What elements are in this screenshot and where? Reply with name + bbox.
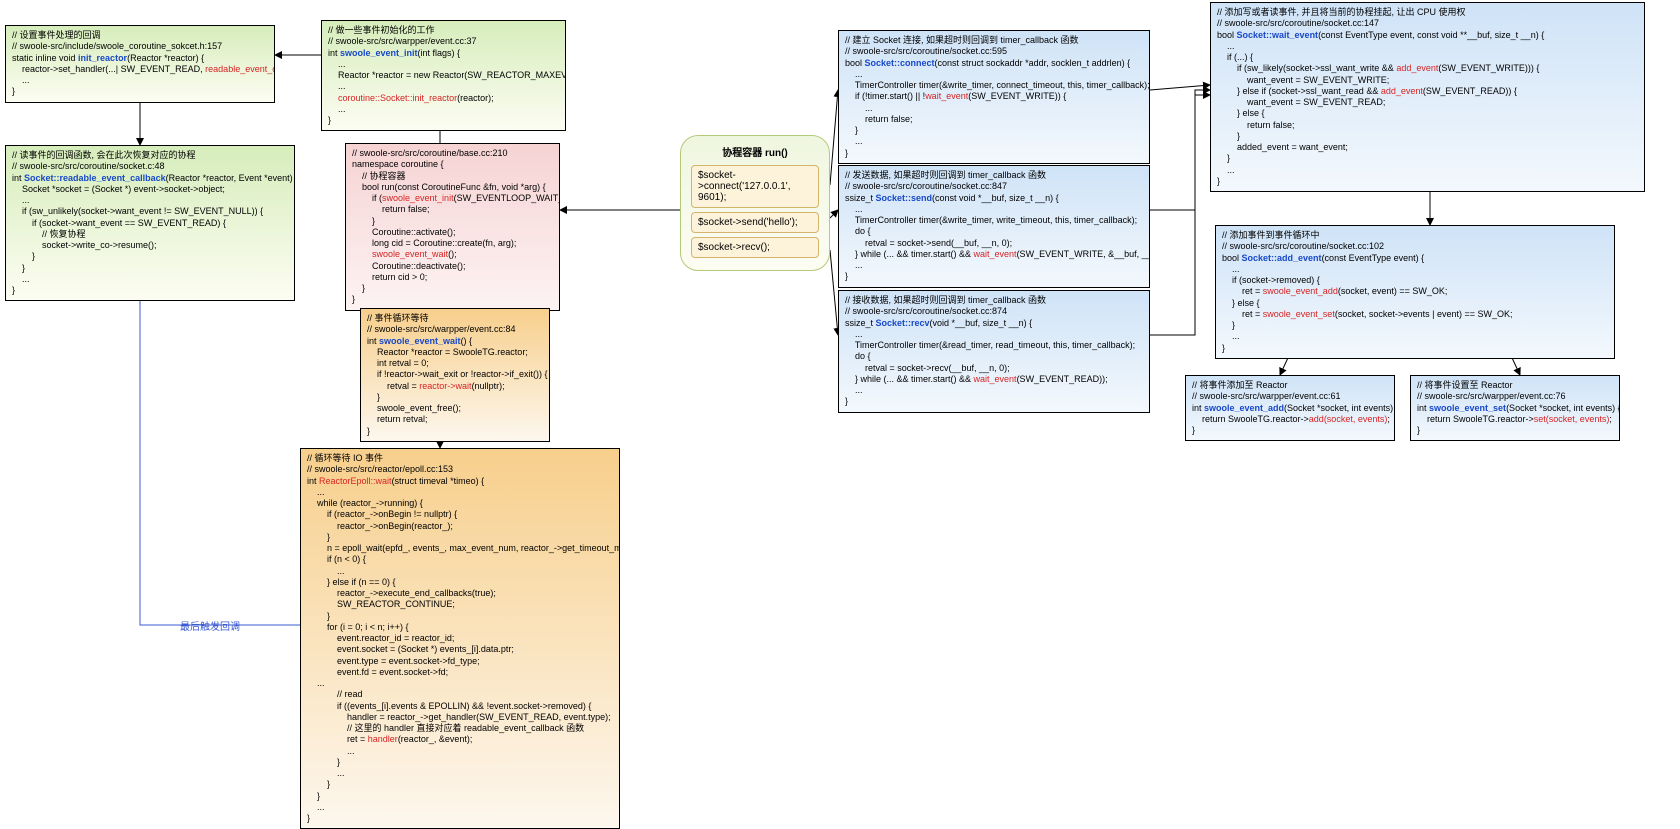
run-container: 协程容器 run() $socket->connect('127.0.0.1',… (680, 135, 830, 271)
node-socket-recv: // 接收数据, 如果超时则回调到 timer_callback 函数 // s… (838, 290, 1150, 413)
node-readable-callback: // 读事件的回调函数, 会在此次恢复对应的协程 // swoole-src/s… (5, 145, 295, 301)
run-item-connect: $socket->connect('127.0.0.1', 9601); (691, 165, 819, 208)
node-reactor-epoll-wait: // 循环等待 IO 事件 // swoole-src/src/reactor/… (300, 448, 620, 829)
callback-label: 最后触发回调 (180, 618, 240, 633)
node-swoole-event-set: // 将事件设置至 Reactor // swoole-src/src/warp… (1410, 375, 1620, 441)
node-socket-wait-event: // 添加写或者读事件, 并且将当前的协程挂起, 让出 CPU 使用权 // s… (1210, 2, 1645, 192)
run-item-send: $socket->send('hello'); (691, 212, 819, 233)
run-item-recv: $socket->recv(); (691, 237, 819, 258)
run-title: 协程容器 run() (691, 144, 819, 159)
node-swoole-event-wait: // 事件循环等待 // swoole-src/src/warpper/even… (360, 308, 550, 442)
node-swoole-event-init: // 做一些事件初始化的工作 // swoole-src/src/warpper… (321, 20, 566, 131)
node-socket-connect: // 建立 Socket 连接, 如果超时则回调到 timer_callback… (838, 30, 1150, 164)
diagram-canvas: // 设置事件处理的回调 // swoole-src/include/swool… (0, 0, 1680, 815)
node-socket-send: // 发送数据, 如果超时则回调到 timer_callback 函数 // s… (838, 165, 1150, 288)
node-socket-add-event: // 添加事件到事件循环中 // swoole-src/src/coroutin… (1215, 225, 1615, 359)
node-swoole-event-add: // 将事件添加至 Reactor // swoole-src/src/warp… (1185, 375, 1395, 441)
node-coroutine-run: // swoole-src/src/coroutine/base.cc:210 … (345, 143, 560, 311)
node-init-reactor: // 设置事件处理的回调 // swoole-src/include/swool… (5, 25, 275, 103)
